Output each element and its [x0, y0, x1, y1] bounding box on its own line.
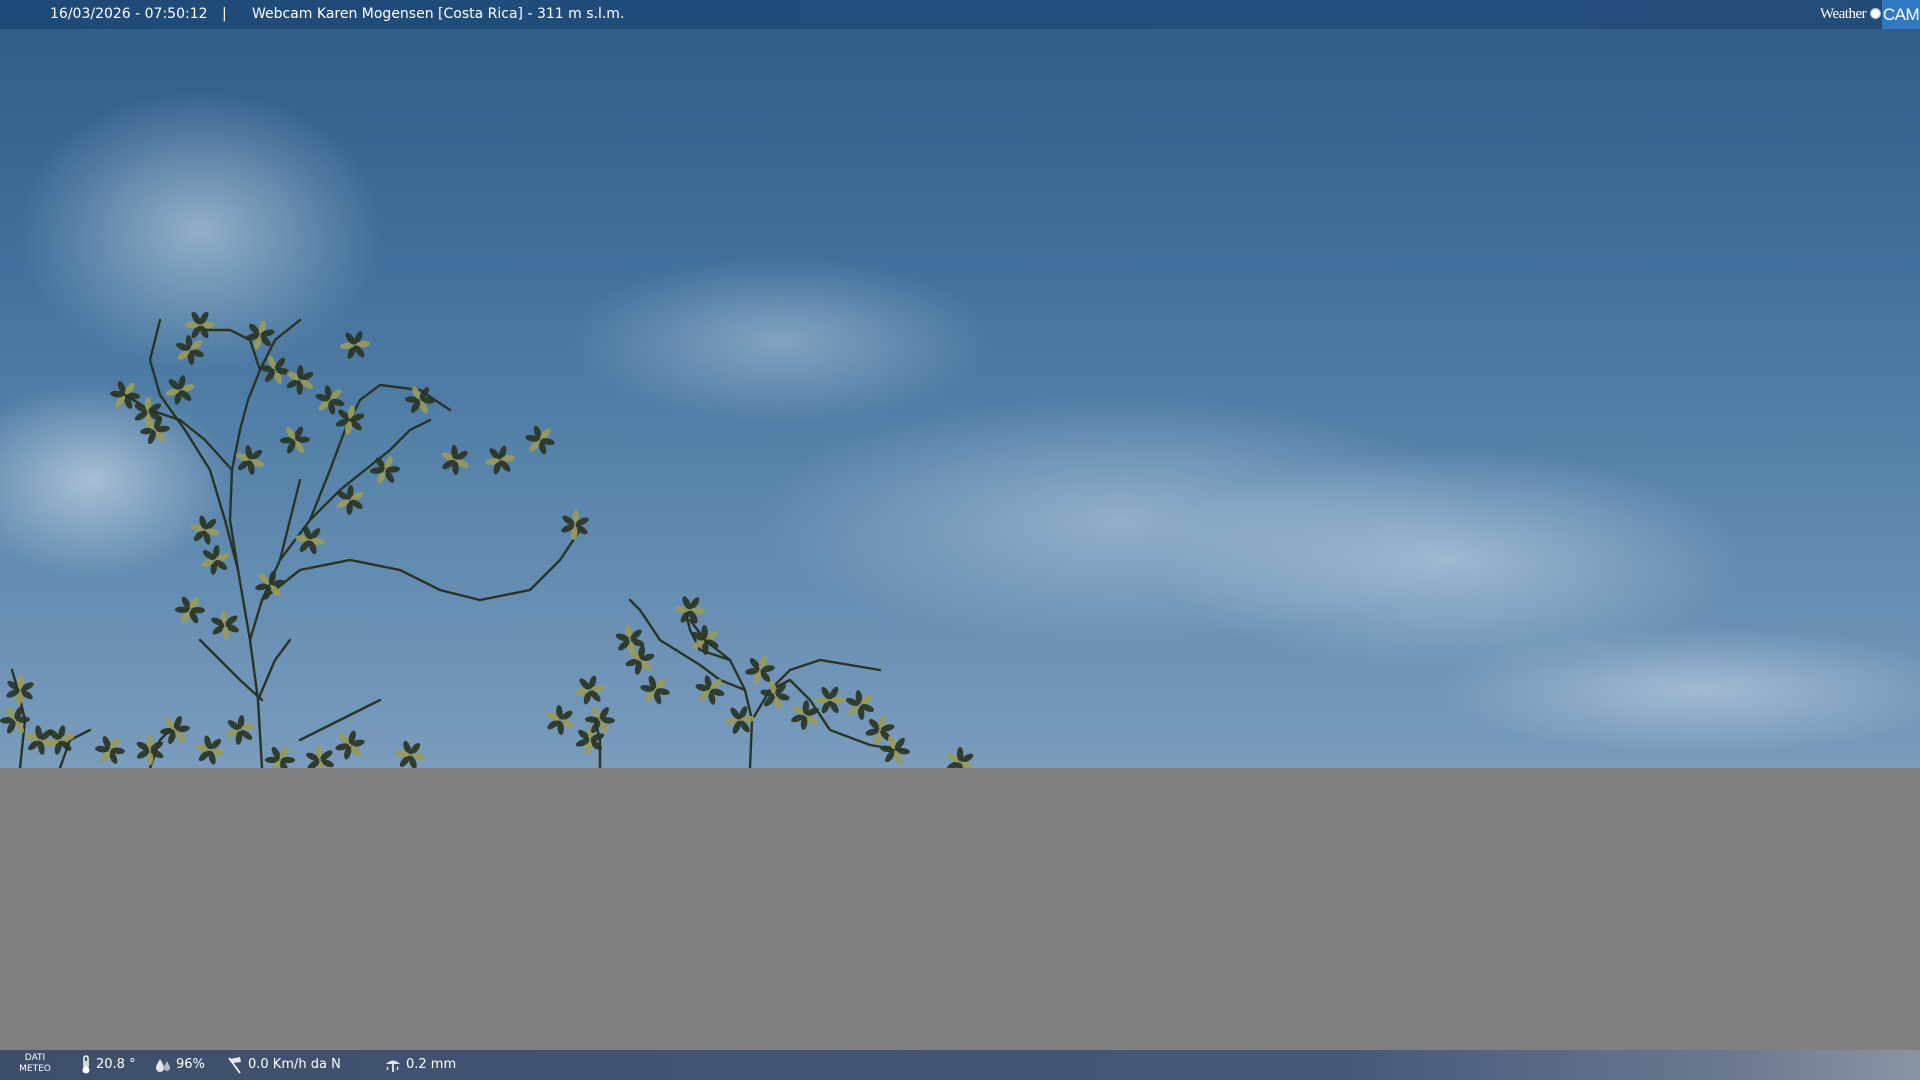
humidity-reading: 96% — [154, 1050, 205, 1080]
webcam-title: Webcam Karen Mogensen [Costa Rica] - 311… — [252, 6, 625, 22]
title-separator: | — [222, 6, 227, 22]
capture-datetime: 16/03/2026 - 07:50:12 — [50, 6, 208, 22]
wind-sock-icon — [226, 1056, 244, 1074]
rain-reading: 0.2 mm — [384, 1050, 456, 1080]
logo-word-cam: CAM — [1882, 0, 1920, 29]
lower-grey-area — [0, 768, 1920, 1050]
temperature-reading: 20.8 ° — [80, 1050, 136, 1080]
dati-label-line2: METEO — [19, 1064, 51, 1074]
humidity-value: 96% — [176, 1057, 205, 1072]
weathercam-logo: Weather CAM — [1818, 0, 1920, 29]
leaf-clusters — [0, 311, 974, 777]
logo-word-weather: Weather — [1820, 6, 1867, 22]
temperature-value: 20.8 ° — [96, 1057, 136, 1072]
rain-value: 0.2 mm — [406, 1057, 457, 1072]
bottom-weather-bar: DATI METEO 20.8 ° 96% 0.0 Km/h da N 0.2 … — [0, 1050, 1920, 1080]
sky-image — [0, 0, 1920, 777]
top-info-bar: 16/03/2026 - 07:50:12 | Webcam Karen Mog… — [0, 0, 1920, 29]
wind-reading: 0.0 Km/h da N — [226, 1050, 341, 1080]
tree-foliage — [0, 311, 974, 777]
logo-globe-icon — [1870, 8, 1881, 19]
dati-label-line1: DATI — [24, 1053, 46, 1063]
thermometer-icon — [80, 1054, 92, 1075]
dati-meteo-label: DATI METEO — [14, 1053, 56, 1079]
webcam-frame: 16/03/2026 - 07:50:12 | Webcam Karen Mog… — [0, 0, 1920, 1080]
wind-value: 0.0 Km/h da N — [248, 1057, 341, 1072]
rain-gauge-icon — [384, 1056, 402, 1074]
humidity-drop-icon — [154, 1057, 172, 1073]
